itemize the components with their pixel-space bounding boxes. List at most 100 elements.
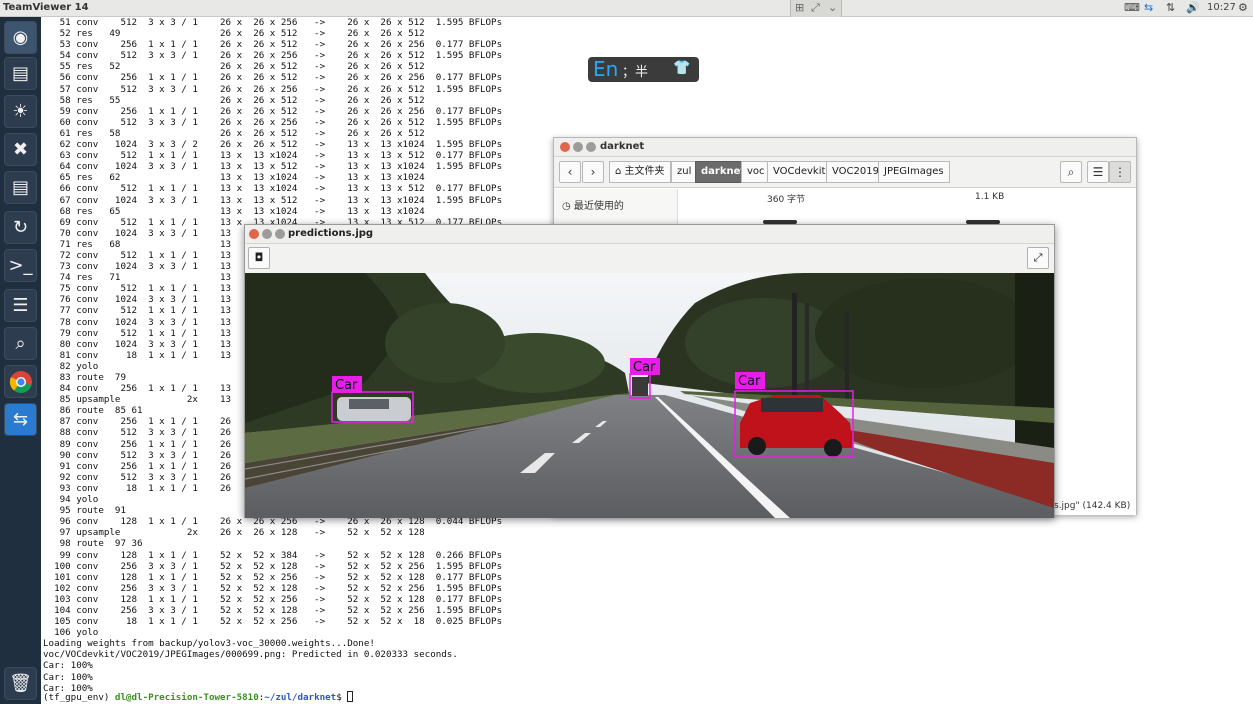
file-size-2: 1.1 KB [975,192,1005,202]
detection-box: Car [629,358,660,399]
crumb-home-label: 主文件夹 [624,166,665,177]
clock[interactable]: 10:27 [1207,2,1236,13]
maximize-icon[interactable] [586,142,596,152]
close-icon[interactable] [560,142,570,152]
prompt-tail: $ [336,692,348,703]
minimize-icon[interactable] [262,229,272,239]
terminal-line: 99 conv 128 1 x 1 / 1 52 x 52 x 384 -> 5… [43,549,503,561]
iv-titlebar[interactable]: predictions.jpg [245,225,1054,244]
terminal-line: 66 conv 512 1 x 1 / 1 13 x 13 x1024 -> 1… [43,183,503,195]
detection-rect [734,390,854,458]
back-button[interactable]: ‹ [559,161,581,183]
close-icon[interactable] [249,229,259,239]
crumb-home[interactable]: ⌂ 主文件夹 [609,161,671,183]
volume-icon[interactable]: 🔊 [1186,1,1200,14]
image-viewer-window[interactable]: predictions.jpg ◘ ⤢ Car Car Car [244,224,1055,518]
trash-icon[interactable]: 🗑 [4,667,37,700]
detection-rect [331,391,414,423]
prompt-user: dl@dl-Precision-Tower-5810 [114,692,259,703]
fullscreen-button[interactable]: ⤢ [1027,247,1049,269]
ubuntu-dash-icon[interactable]: ◉ [4,21,37,54]
terminal-line: 104 conv 256 3 x 3 / 1 52 x 52 x 128 -> … [43,604,503,616]
fm-titlebar[interactable]: darknet [554,138,1136,157]
terminal-line: 61 res 58 26 x 26 x 512 -> 26 x 26 x 512 [43,127,425,139]
teamviewer-icon[interactable]: ⇆ [4,403,37,436]
keyboard-icon[interactable]: ⌨ [1124,1,1140,14]
detection-box: Car [734,372,854,458]
terminal-line: 67 conv 1024 3 x 3 / 1 13 x 13 x 512 -> … [43,194,503,206]
file-size-1: 360 字节 [767,195,806,205]
detection-overlay: Car Car Car [331,358,854,458]
terminal-line: 98 route 97 36 [43,538,143,550]
detection-label: Car [738,374,761,389]
top-panel: TeamViewer 14 ⊞ ⤢ ⌄ ⌨ ⇆ ⇅ 🔊 10:27 ⚙ [0,0,1253,17]
window-title: TeamViewer 14 [3,2,89,13]
ime-mode: ；半 [622,65,649,80]
terminal-line: Loading weights from backup/yolov3-voc_3… [43,638,375,650]
terminal-line: 51 conv 512 3 x 3 / 1 26 x 26 x 256 -> 2… [43,17,503,28]
terminal-line: 103 conv 128 1 x 1 / 1 52 x 52 x 256 -> … [43,593,503,605]
terminal-line: 105 conv 18 1 x 1 / 1 52 x 52 x 256 -> 5… [43,616,503,628]
prompt-env: (tf_gpu_env) [43,692,115,703]
terminal-line: 65 res 62 13 x 13 x1024 -> 13 x 13 x1024 [43,172,425,184]
maximize-icon[interactable] [275,229,285,239]
terminal-line: 55 res 52 26 x 26 x 512 -> 26 x 26 x 512 [43,61,425,73]
terminal-icon[interactable]: >_ [4,249,37,282]
crumb-jpegimages[interactable]: JPEGImages [878,161,950,183]
terminal-line: 97 upsample 2x 26 x 26 x 128 -> 52 x 52 … [43,527,425,539]
text-editor-icon[interactable]: ☰ [4,289,37,322]
terminal-line: 52 res 49 26 x 26 x 512 -> 26 x 26 x 512 [43,28,425,40]
terminal-line: 101 conv 128 1 x 1 / 1 52 x 52 x 256 -> … [43,571,503,583]
teamviewer-tray-icon[interactable]: ⇆ [1144,1,1153,14]
archive-icon[interactable]: ▤ [4,171,37,204]
sidebar-item-recent[interactable]: ◷ 最近使用的 [562,197,624,212]
launcher: ◉ ▤ ☀ ✖ ▤ ↻ >_ ☰ ⌕ ⇆ 🗑 [0,17,41,704]
terminal-line: 102 conv 256 3 x 3 / 1 52 x 52 x 128 -> … [43,582,503,594]
image-viewer-icon[interactable]: ⌕ [4,327,37,360]
terminal-line: voc/VOCdevkit/VOC2019/JPEGImages/000699.… [43,649,458,661]
forward-button[interactable]: › [582,161,604,183]
crumb-voc2019[interactable]: VOC2019 [826,161,885,183]
fm-toolbar: ‹ › ⌂ 主文件夹 zul darknet voc VOCdevkit VOC… [554,157,1136,188]
terminal-line: 62 conv 1024 3 x 3 / 2 26 x 26 x 512 -> … [43,139,503,151]
terminal-line: 64 conv 1024 3 x 3 / 1 13 x 13 x 512 -> … [43,161,503,173]
crumb-zul[interactable]: zul [671,161,698,183]
iv-toolbar: ◘ ⤢ [245,244,1054,273]
fullscreen-icon[interactable]: ⤢ [811,1,820,15]
terminal-line: 68 res 65 13 x 13 x1024 -> 13 x 13 x1024 [43,205,425,217]
power-icon[interactable]: ⚙ [1238,1,1248,14]
detection-label: Car [335,378,358,393]
crumb-vocdevkit[interactable]: VOCdevkit [767,161,832,183]
network-icon[interactable]: ⇅ [1166,1,1175,14]
detection-box: Car [331,376,414,423]
grid-view-icon[interactable]: ⋮ [1109,161,1131,183]
terminal-line: 58 res 55 26 x 26 x 512 -> 26 x 26 x 512 [43,94,425,106]
file-manager-icon[interactable]: ▤ [4,57,37,90]
chevron-down-icon[interactable]: ⌄ [828,1,837,14]
prompt-path: ~/zul/darknet [264,692,337,703]
terminal-line: 106 yolo [43,627,99,639]
system-settings-icon[interactable]: ✖ [4,133,37,166]
fm-status-text: s.jpg" (142.4 KB) [1054,501,1131,511]
terminal-line: 60 conv 512 3 x 3 / 1 26 x 26 x 256 -> 2… [43,116,503,128]
firefox-icon[interactable]: ☀ [4,95,37,128]
grid-icon[interactable]: ⊞ [795,1,804,14]
list-view-icon[interactable]: ☰ [1087,161,1109,183]
sidebar-item-recent-label: 最近使用的 [573,201,624,212]
shell-prompt[interactable]: (tf_gpu_env) dl@dl-Precision-Tower-5810:… [43,691,354,703]
teamviewer-toolbar[interactable]: ⊞ ⤢ ⌄ [790,0,842,17]
input-method-indicator[interactable]: En ；半 👕 [588,57,699,82]
minimize-icon[interactable] [573,142,583,152]
search-icon[interactable]: ⌕ [1060,161,1082,183]
terminal-line: 63 conv 512 1 x 1 / 1 13 x 13 x1024 -> 1… [43,150,503,162]
text-cursor [347,691,354,702]
terminal-line: Car: 100% [43,660,93,672]
software-updater-icon[interactable]: ↻ [4,211,37,244]
fm-title: darknet [600,141,645,152]
detection-label: Car [633,360,656,375]
gallery-toggle-button[interactable]: ◘ [248,247,270,269]
chrome-icon[interactable] [4,365,37,398]
ime-lang: En [593,57,619,81]
terminal-line: Car: 100% [43,671,93,683]
skin-shirt-icon[interactable]: 👕 [673,60,690,76]
